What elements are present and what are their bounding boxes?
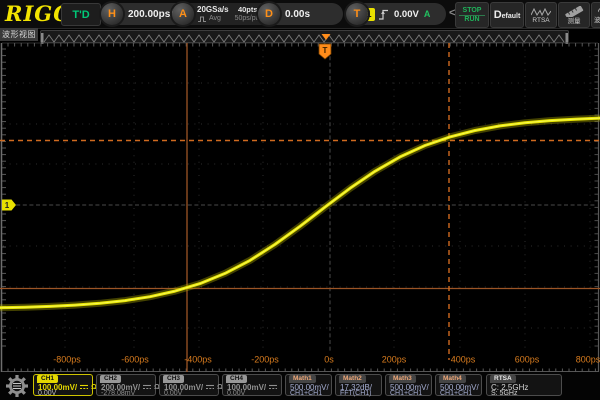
dc-coupling-icon (79, 383, 89, 391)
waveform-search-button[interactable]: 波形搜索 (591, 2, 600, 28)
dc-coupling-icon (142, 383, 152, 391)
stop-run-button[interactable]: STOP RUN (455, 2, 489, 28)
math-box-math4[interactable]: Math4500.00mV/CH1+CH1 (435, 374, 482, 396)
rising-edge-icon (378, 8, 390, 21)
channel1-marker-label: 1 (5, 201, 10, 210)
sample-rate: 20GSa/s (197, 5, 229, 14)
delay-value[interactable]: 0.00s (269, 3, 343, 25)
horizontal-knob-button[interactable]: H (101, 3, 123, 25)
memory-depth: 40pts (238, 5, 258, 14)
graticule-plot-area[interactable]: -800ps -600ps -400ps -200ps 0s 200ps 400ps 600p… (0, 41, 600, 372)
default-button[interactable]: Default (490, 2, 524, 28)
axis-label: 800ps (576, 355, 600, 365)
overview-trigger-marker[interactable] (322, 34, 331, 40)
status-bar: CH1100.00mV/Ω0.00VCH2200.00mV/Ω-278.08mV… (0, 372, 600, 400)
waveform-core (0, 118, 600, 308)
ruler-icon (564, 6, 584, 17)
axis-label: -800ps (53, 355, 81, 365)
dc-coupling-icon (268, 383, 278, 391)
trigger-level: 0.00V (394, 9, 419, 20)
channel-box-ch4-offset: 0.00V (227, 390, 245, 397)
trigger-status-badge: T'D (61, 3, 101, 26)
acquisition-info[interactable]: 20GSa/s Avg 40pts 50ps/pt (183, 3, 270, 25)
rtsa-box[interactable]: RTSAC: 2.5GHzS: 5GHz (486, 374, 562, 396)
channel-box-ch1-offset: 0.00V (38, 390, 56, 397)
axis-label: -200ps (251, 355, 279, 365)
waveform-glow (0, 118, 600, 308)
axis-label: 400ps (451, 355, 476, 365)
chevron-left-icon[interactable]: < (449, 7, 455, 19)
axis-label: 0s (324, 355, 334, 365)
waveform-trace (0, 118, 600, 308)
channel-box-ch3-offset: 0.00V (164, 390, 182, 397)
tab-waveform-view[interactable]: 波形视图 (0, 28, 38, 41)
axis-label: -400ps (184, 355, 212, 365)
spectrum-icon (531, 7, 551, 16)
measure-button[interactable]: 测量 (558, 2, 590, 28)
trigger-sweep-mode: A (424, 9, 431, 19)
axis-label: 600ps (515, 355, 540, 365)
channel-box-ch4[interactable]: CH4100.00mV/0.00V (222, 374, 282, 396)
rtsa-box-offset: S: 5GHz (491, 390, 517, 397)
oscilloscope-screen: RIGOL T'D H 200.00ps/ A 20GSa/s Avg 40pt… (0, 0, 600, 400)
math-box-math2-offset: FFT(CH1) (340, 390, 372, 397)
dc-coupling-icon (205, 383, 215, 391)
menu-gear-button[interactable] (4, 373, 30, 398)
math-box-math4-offset: CH1+CH1 (440, 390, 472, 397)
top-bar: RIGOL T'D H 200.00ps/ A 20GSa/s Avg 40pt… (0, 0, 600, 29)
time-resolution: 50ps/pt (235, 14, 258, 23)
trigger-flag-label: T (323, 46, 328, 55)
rtsa-button[interactable]: RTSA (525, 2, 557, 28)
trigger-knob-button[interactable]: T (346, 3, 368, 25)
axis-label: -600ps (121, 355, 149, 365)
acquire-knob-button[interactable]: A (172, 3, 194, 25)
math-box-math2[interactable]: Math217.32dB/FFT(CH1) (335, 374, 382, 396)
math-box-math3-offset: CH1+CH1 (390, 390, 422, 397)
avg-icon (197, 15, 207, 23)
channel-box-ch3[interactable]: CH3100.00mV/Ω0.00V (159, 374, 219, 396)
channel-box-ch1[interactable]: CH1100.00mV/Ω0.00V (33, 374, 93, 396)
math-box-math3[interactable]: Math3500.00mV/CH1+CH1 (385, 374, 432, 396)
delay-knob-button[interactable]: D (258, 3, 280, 25)
channel-box-ch2-offset: -278.08mV (101, 390, 135, 397)
channel-box-ch2[interactable]: CH2200.00mV/Ω-278.08mV (96, 374, 156, 396)
trigger-settings[interactable]: 1 0.00V A (357, 3, 446, 25)
gear-icon (4, 373, 30, 399)
acq-mode: Avg (197, 14, 229, 23)
math-box-math1[interactable]: Math1500.00mV/CH1+CH1 (285, 374, 332, 396)
math-box-math1-offset: CH1+CH1 (290, 390, 322, 397)
axis-label: 200ps (382, 355, 407, 365)
